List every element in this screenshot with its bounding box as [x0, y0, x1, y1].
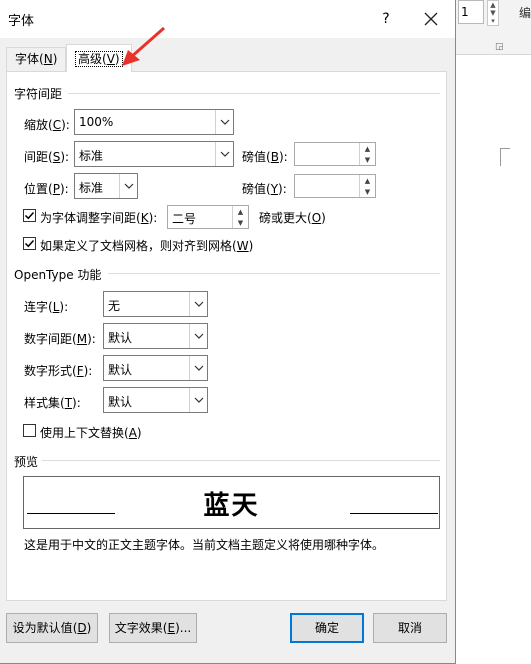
position-combo[interactable]: 标准 [74, 173, 138, 199]
snap-grid-checkbox[interactable] [23, 237, 36, 250]
spacing-points-spinner[interactable]: ▲ ▼ [294, 142, 376, 166]
set-default-button[interactable]: 设为默认值(D) [6, 613, 98, 643]
number-forms-label: 数字形式(F): [24, 364, 93, 378]
spin-up-icon[interactable]: ▲ [360, 175, 375, 186]
document-background [456, 0, 531, 664]
chevron-down-icon [220, 151, 230, 157]
position-points-label: 磅值(Y): [242, 182, 287, 196]
chevron-down-icon [124, 183, 134, 189]
ligatures-combo[interactable]: 无 [103, 291, 208, 317]
scale-label: 缩放(C): [24, 118, 70, 132]
font-size-box[interactable]: 1 [458, 0, 484, 24]
scale-combo[interactable]: 100% [74, 109, 234, 135]
position-points-spinner[interactable]: ▲ ▼ [294, 174, 376, 198]
stylistic-sets-label: 样式集(T): [24, 396, 81, 410]
divider [68, 93, 440, 94]
ribbon-scroll[interactable]: ▲ ▼ ▾ [487, 0, 499, 26]
chevron-down-icon [194, 301, 204, 307]
contextual-label: 使用上下文替换(A) [40, 426, 142, 440]
font-dialog: 字体 ? 字体(N) 高级(V) 字符间距 缩放(C): 100% 间距(S):… [0, 0, 456, 664]
snap-grid-label: 如果定义了文档网格，则对齐到网格(W) [40, 239, 254, 253]
ligatures-label: 连字(L): [24, 300, 69, 314]
chevron-down-icon [194, 333, 204, 339]
title-bar: 字体 ? [0, 0, 455, 38]
help-button[interactable]: ? [373, 6, 399, 32]
preview-baseline-right [350, 513, 438, 514]
spacing-points-label: 磅值(B): [242, 150, 288, 164]
edit-label: 编 [519, 6, 531, 20]
stylistic-sets-combo[interactable]: 默认 [103, 387, 208, 413]
checkmark-icon [24, 239, 35, 248]
text-effects-button[interactable]: 文字效果(E)... [109, 613, 197, 643]
tab-font[interactable]: 字体(N) [6, 47, 67, 71]
chevron-down-icon [194, 365, 204, 371]
close-icon [424, 12, 438, 26]
kerning-label: 为字体调整字间距(K): [40, 211, 158, 225]
contextual-checkbox[interactable] [23, 424, 36, 437]
kerning-size-spinner[interactable]: 二号 ▲ ▼ [167, 205, 249, 229]
number-forms-combo[interactable]: 默认 [103, 355, 208, 381]
spin-down-icon[interactable]: ▼ [233, 217, 248, 228]
spin-up-icon[interactable]: ▲ [233, 206, 248, 217]
kerning-checkbox[interactable] [23, 209, 36, 222]
preview-box: 蓝天 [23, 476, 440, 529]
number-spacing-combo[interactable]: 默认 [103, 323, 208, 349]
spacing-label: 间距(S): [24, 150, 70, 164]
preview-note: 这是用于中文的正文主题字体。当前文档主题定义将使用哪种字体。 [24, 538, 385, 552]
spin-down-icon[interactable]: ▼ [360, 154, 375, 165]
position-label: 位置(P): [24, 182, 69, 196]
spin-down-icon[interactable]: ▼ [360, 186, 375, 197]
spin-up-icon[interactable]: ▲ [360, 143, 375, 154]
chevron-down-icon [194, 397, 204, 403]
kerning-suffix-label: 磅或更大(O) [259, 211, 326, 225]
ok-button[interactable]: 确定 [290, 613, 364, 643]
section-title-preview: 预览 [14, 455, 39, 469]
number-spacing-label: 数字间距(M): [24, 332, 96, 346]
section-title-spacing: 字符间距 [14, 87, 63, 101]
cancel-button[interactable]: 取消 [373, 613, 447, 643]
margin-marker [500, 148, 501, 166]
tab-advanced-label: 高级 [78, 52, 103, 66]
spacing-combo[interactable]: 标准 [74, 141, 234, 167]
preview-sample-text: 蓝天 [203, 491, 260, 521]
checkmark-icon [24, 211, 35, 220]
dialog-launcher-icon[interactable]: ◲ [495, 42, 504, 52]
close-button[interactable] [418, 6, 444, 32]
tab-font-label: 字体 [15, 52, 40, 66]
divider [108, 273, 440, 274]
margin-marker-h [500, 148, 510, 149]
divider [42, 460, 440, 461]
dialog-title: 字体 [8, 14, 35, 29]
red-arrow-annotation [122, 26, 165, 66]
chevron-down-icon [220, 119, 230, 125]
section-title-opentype: OpenType 功能 [14, 268, 102, 282]
